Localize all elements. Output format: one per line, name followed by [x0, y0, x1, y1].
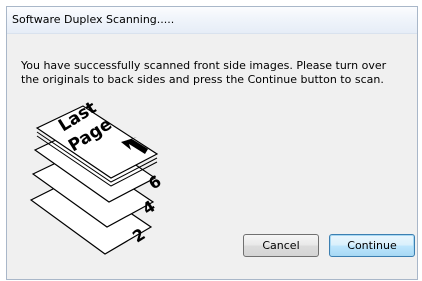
- page-4-number: 4: [139, 196, 159, 218]
- continue-button[interactable]: Continue: [329, 234, 415, 257]
- title-bar[interactable]: Software Duplex Scanning.....: [7, 7, 417, 34]
- window-title: Software Duplex Scanning.....: [12, 13, 175, 26]
- page-stack-illustration: 2 4 6 Last Page: [29, 102, 165, 255]
- duplex-scanning-dialog: Software Duplex Scanning..... You have s…: [6, 6, 418, 280]
- page-6-number: 6: [145, 171, 165, 193]
- instruction-message: You have successfully scanned front side…: [21, 59, 387, 86]
- cancel-button[interactable]: Cancel: [243, 234, 319, 257]
